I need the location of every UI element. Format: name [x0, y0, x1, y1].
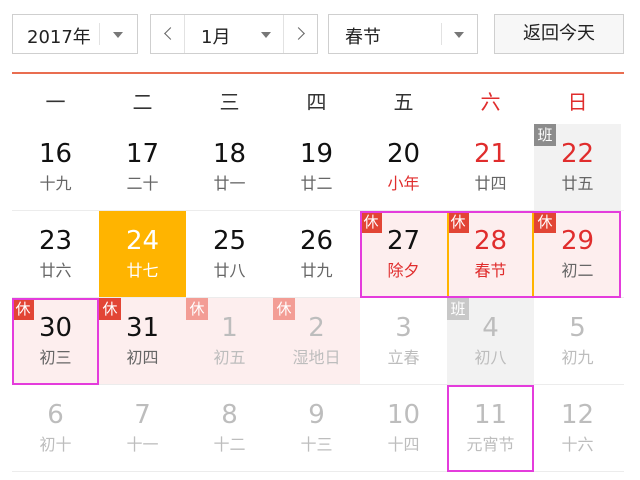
- highlight-box: [12, 298, 99, 385]
- month-selector: 1月: [150, 14, 318, 54]
- lunar-date: 十四: [387, 435, 420, 454]
- prev-month-button[interactable]: [151, 15, 185, 53]
- solar-date: 5: [569, 313, 586, 343]
- lunar-date: 廿九: [300, 261, 333, 280]
- calendar-day-cell[interactable]: 18 廿一: [186, 124, 273, 211]
- solar-date: 1: [221, 313, 238, 343]
- lunar-date: 廿五: [561, 174, 594, 193]
- solar-date: 26: [299, 226, 334, 256]
- calendar-day-cell[interactable]: 7 十一: [99, 385, 186, 472]
- calendar-day-cell[interactable]: 10 十四: [360, 385, 447, 472]
- calendar-day-cell[interactable]: 12 十六: [534, 385, 621, 472]
- solar-date: 23: [38, 226, 73, 256]
- solar-date: 6: [47, 400, 64, 430]
- weekday-label: 五: [393, 90, 414, 114]
- calendar-day-cell[interactable]: 休 2 湿地日: [273, 298, 360, 385]
- lunar-date: 小年: [387, 174, 420, 193]
- solar-date: 10: [386, 400, 421, 430]
- calendar-day-cell[interactable]: 26 廿九: [273, 211, 360, 298]
- lunar-date: 立春: [387, 348, 420, 367]
- lunar-date: 初五: [213, 348, 246, 367]
- year-select[interactable]: 2017年: [12, 14, 138, 54]
- solar-date: 8: [221, 400, 238, 430]
- calendar-grid: 16 十九 17 二十 18 廿一 19 廿二 20 小年 21 廿四班 22 廿五 23 廿六 24 廿七 25 廿…: [12, 124, 624, 472]
- lunar-date: 初四: [126, 348, 159, 367]
- lunar-date: 十三: [300, 435, 333, 454]
- caret-down-icon: [454, 32, 464, 38]
- highlight-box: [447, 385, 534, 472]
- calendar-day-cell[interactable]: 23 廿六: [12, 211, 99, 298]
- caret-down-icon: [113, 32, 123, 38]
- lunar-date: 初九: [561, 348, 594, 367]
- solar-date: 22: [560, 139, 595, 169]
- lunar-date: 初十: [39, 435, 72, 454]
- lunar-date: 二十: [126, 174, 159, 193]
- lunar-date: 廿一: [213, 174, 246, 193]
- solar-date: 2: [308, 313, 325, 343]
- solar-date: 25: [212, 226, 247, 256]
- weekday-label: 日: [567, 90, 588, 114]
- calendar-day-cell[interactable]: 20 小年: [360, 124, 447, 211]
- lunar-date: 廿八: [213, 261, 246, 280]
- lunar-date: 湿地日: [292, 348, 341, 367]
- holiday-select-value: 春节: [345, 27, 381, 48]
- calendar-day-cell[interactable]: 25 廿八: [186, 211, 273, 298]
- caret-down-icon: [261, 32, 271, 38]
- calendar-day-cell[interactable]: 休 1 初五: [186, 298, 273, 385]
- solar-date: 7: [134, 400, 151, 430]
- solar-date: 24: [125, 226, 160, 256]
- year-select-value: 2017年: [27, 27, 91, 48]
- calendar-toolbar: 2017年 1月 春节 返回今天: [0, 0, 640, 72]
- solar-date: 16: [38, 139, 73, 169]
- calendar-day-cell[interactable]: 班 4 初八: [447, 298, 534, 385]
- weekday-label: 六: [480, 90, 501, 114]
- calendar-day-cell[interactable]: 17 二十: [99, 124, 186, 211]
- solar-date: 17: [125, 139, 160, 169]
- holiday-select-divider: [441, 23, 442, 45]
- weekday-label: 三: [219, 90, 240, 114]
- lunar-date: 十二: [213, 435, 246, 454]
- solar-date: 12: [560, 400, 595, 430]
- calendar-day-cell[interactable]: 24 廿七: [99, 211, 186, 298]
- calendar-day-cell[interactable]: 5 初九: [534, 298, 621, 385]
- calendar-day-cell[interactable]: 6 初十: [12, 385, 99, 472]
- calendar-day-cell[interactable]: 8 十二: [186, 385, 273, 472]
- chevron-right-icon: [292, 27, 305, 40]
- lunar-date: 廿六: [39, 261, 72, 280]
- solar-date: 21: [473, 139, 508, 169]
- calendar-day-cell[interactable]: 16 十九: [12, 124, 99, 211]
- lunar-date: 廿七: [126, 261, 159, 280]
- solar-date: 3: [395, 313, 412, 343]
- year-select-divider: [99, 23, 100, 45]
- solar-date: 18: [212, 139, 247, 169]
- lunar-date: 十九: [39, 174, 72, 193]
- calendar-day-cell[interactable]: 21 廿四: [447, 124, 534, 211]
- lunar-date: 十一: [126, 435, 159, 454]
- weekday-label: 一: [45, 90, 66, 114]
- back-to-today-button[interactable]: 返回今天: [494, 14, 624, 54]
- weekday-label: 二: [132, 90, 153, 114]
- calendar-day-cell[interactable]: 班 22 廿五: [534, 124, 621, 211]
- weekday-header: 一二三四五六日: [12, 74, 624, 124]
- calendar-day-cell[interactable]: 9 十三: [273, 385, 360, 472]
- solar-date: 4: [482, 313, 499, 343]
- highlight-box: [360, 211, 621, 298]
- month-select[interactable]: 1月: [185, 15, 283, 53]
- solar-date: 31: [125, 313, 160, 343]
- month-select-value: 1月: [201, 27, 231, 48]
- lunar-date: 十六: [561, 435, 594, 454]
- calendar-day-cell[interactable]: 3 立春: [360, 298, 447, 385]
- lunar-date: 廿二: [300, 174, 333, 193]
- chevron-left-icon: [164, 27, 177, 40]
- holiday-select[interactable]: 春节: [328, 14, 478, 54]
- next-month-button[interactable]: [283, 15, 317, 53]
- lunar-date: 初八: [474, 348, 507, 367]
- calendar-day-cell[interactable]: 19 廿二: [273, 124, 360, 211]
- solar-date: 20: [386, 139, 421, 169]
- solar-date: 9: [308, 400, 325, 430]
- weekday-label: 四: [306, 90, 327, 114]
- lunar-date: 廿四: [474, 174, 507, 193]
- calendar-day-cell[interactable]: 休 31 初四: [99, 298, 186, 385]
- solar-date: 19: [299, 139, 334, 169]
